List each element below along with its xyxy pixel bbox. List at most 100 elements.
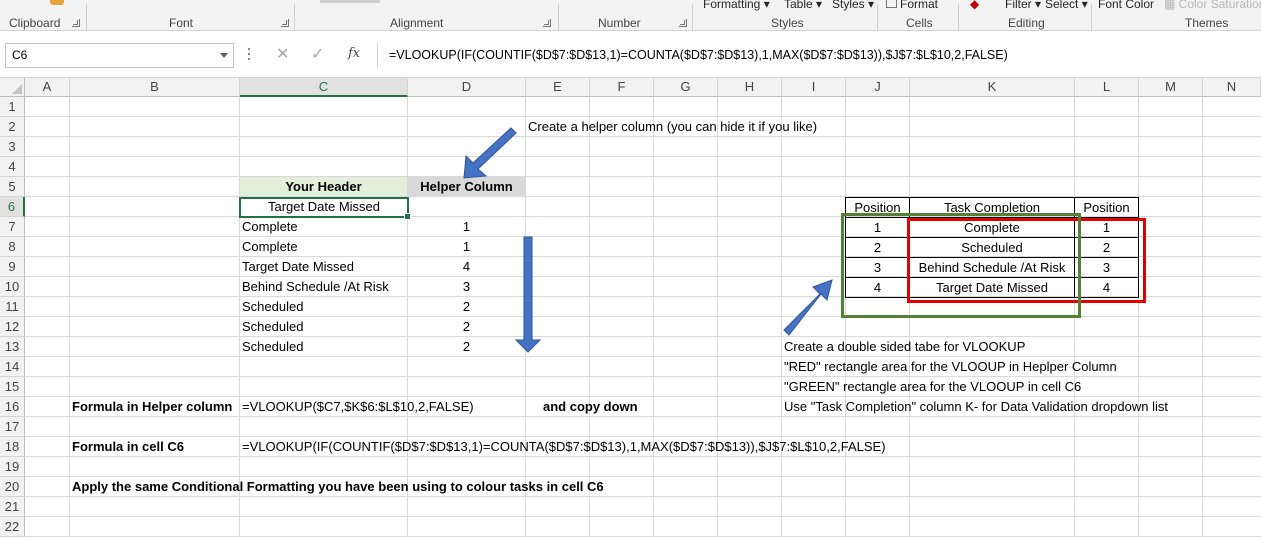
cell-e2[interactable]: Create a helper column (you can hide it … xyxy=(525,117,820,137)
cell-l6-header[interactable]: Position xyxy=(1074,197,1139,218)
row-header-14[interactable]: 14 xyxy=(0,357,25,377)
cell-c10[interactable]: Behind Schedule /At Risk xyxy=(239,277,392,297)
name-box-value: C6 xyxy=(12,48,28,62)
cell-b18[interactable]: Formula in cell C6 xyxy=(69,437,187,457)
cell-d7[interactable]: 1 xyxy=(408,217,525,237)
cell-c18[interactable]: =VLOOKUP(IF(COUNTIF($D$7:$D$13,1)=COUNTA… xyxy=(239,437,889,457)
cell-b20[interactable]: Apply the same Conditional Formatting yo… xyxy=(69,477,607,497)
formula-input[interactable]: =VLOOKUP(IF(COUNTIF($D$7:$D$13,1)=COUNTA… xyxy=(377,43,1261,68)
group-divider xyxy=(877,4,878,30)
color-saturation-label: Color Saturation xyxy=(1178,0,1261,11)
format-button[interactable]: Format xyxy=(886,0,938,11)
arrow-down-shape[interactable] xyxy=(514,236,542,354)
group-alignment: Alignment xyxy=(390,16,444,30)
cell-c5-header[interactable]: Your Header xyxy=(240,177,407,196)
column-header-d[interactable]: D xyxy=(408,78,526,97)
column-header-h[interactable]: H xyxy=(718,78,782,97)
cancel-icon[interactable]: ✕ xyxy=(276,44,289,64)
row-header-5[interactable]: 5 xyxy=(0,177,25,197)
conditional-formatting-label: Formatting xyxy=(703,0,761,11)
row-header-12[interactable]: 12 xyxy=(0,317,25,337)
row-header-11[interactable]: 11 xyxy=(0,297,25,317)
cell-c9[interactable]: Target Date Missed xyxy=(239,257,357,277)
cell-d9[interactable]: 4 xyxy=(408,257,525,277)
cell-b16[interactable]: Formula in Helper column xyxy=(69,397,235,417)
row-header-21[interactable]: 21 xyxy=(0,497,25,517)
paste-icon[interactable] xyxy=(50,0,64,5)
find-select-button[interactable]: Select ▾ xyxy=(1045,0,1088,11)
cell-e16[interactable]: and copy down xyxy=(540,397,641,417)
chevron-down-icon[interactable] xyxy=(220,53,228,58)
column-header-m[interactable]: M xyxy=(1139,78,1203,97)
row-header-22[interactable]: 22 xyxy=(0,517,25,537)
cell-d12[interactable]: 2 xyxy=(408,317,525,337)
column-header-k[interactable]: K xyxy=(910,78,1075,97)
arrow-up-right-shape[interactable] xyxy=(780,276,836,338)
row-header-8[interactable]: 8 xyxy=(0,237,25,257)
column-header-g[interactable]: G xyxy=(654,78,718,97)
row-header-20[interactable]: 20 xyxy=(0,477,25,497)
cell-c16[interactable]: =VLOOKUP($C7,$K$6:$L$10,2,FALSE) xyxy=(239,397,477,417)
insert-function-icon[interactable]: fx xyxy=(348,46,360,61)
column-header-c[interactable]: C xyxy=(240,78,408,97)
drag-handle-icon[interactable] xyxy=(247,48,251,64)
formula-bar: C6 ✕ ✓ fx =VLOOKUP(IF(COUNTIF($D$7:$D$13… xyxy=(0,31,1261,78)
cell-d8[interactable]: 1 xyxy=(408,237,525,257)
row-header-17[interactable]: 17 xyxy=(0,417,25,437)
select-all-corner[interactable] xyxy=(0,78,25,97)
font-launcher-icon[interactable] xyxy=(281,19,289,27)
row-header-13[interactable]: 13 xyxy=(0,337,25,357)
cell-styles-label: Styles xyxy=(832,0,865,11)
cell-d10[interactable]: 3 xyxy=(408,277,525,297)
cell-i17[interactable]: Use "Task Completion" column K- for Data… xyxy=(781,397,1171,417)
number-launcher-icon[interactable] xyxy=(679,19,687,27)
green-rectangle-shape[interactable] xyxy=(841,213,1081,318)
row-header-9[interactable]: 9 xyxy=(0,257,25,277)
column-header-j[interactable]: J xyxy=(846,78,910,97)
enter-icon[interactable]: ✓ xyxy=(311,44,324,64)
cell-i14[interactable]: Create a double sided tabe for VLOOKUP xyxy=(781,337,1028,357)
cell-i16[interactable]: "GREEN" rectangle area for the VLOOUP in… xyxy=(781,377,1084,397)
arrow-down-left-shape[interactable] xyxy=(458,122,518,182)
row-header-16[interactable]: 16 xyxy=(0,397,25,417)
format-as-table-button[interactable]: Table ▾ xyxy=(784,0,822,11)
sort-filter-button[interactable]: Filter ▾ xyxy=(1005,0,1041,11)
row-header-2[interactable]: 2 xyxy=(0,117,25,137)
cell-styles-button[interactable]: Styles ▾ xyxy=(832,0,874,11)
conditional-formatting-button[interactable]: Formatting ▾ xyxy=(703,0,770,11)
row-header-6[interactable]: 6 xyxy=(0,197,25,217)
alignment-launcher-icon[interactable] xyxy=(543,19,551,27)
row-header-15[interactable]: 15 xyxy=(0,377,25,397)
row-header-3[interactable]: 3 xyxy=(0,137,25,157)
row-header-7[interactable]: 7 xyxy=(0,217,25,237)
row-header-4[interactable]: 4 xyxy=(0,157,25,177)
row-header-19[interactable]: 19 xyxy=(0,457,25,477)
row-header-18[interactable]: 18 xyxy=(0,437,25,457)
cell-c11[interactable]: Scheduled xyxy=(239,297,306,317)
cell-c12[interactable]: Scheduled xyxy=(239,317,306,337)
row-header-10[interactable]: 10 xyxy=(0,277,25,297)
cell-c13[interactable]: Scheduled xyxy=(239,337,306,357)
cell-d11[interactable]: 2 xyxy=(408,297,525,317)
cell-c7[interactable]: Complete xyxy=(239,217,301,237)
format-label: Format xyxy=(900,0,939,11)
font-color-button[interactable]: Font Color xyxy=(1098,0,1154,11)
column-header-a[interactable]: A xyxy=(25,78,70,97)
clipboard-launcher-icon[interactable] xyxy=(72,19,80,27)
cell-i15[interactable]: "RED" rectangle area for the VLOOUP in H… xyxy=(781,357,1120,377)
column-header-f[interactable]: F xyxy=(590,78,654,97)
format-icon xyxy=(886,0,897,8)
cell-c8[interactable]: Complete xyxy=(239,237,301,257)
column-header-i[interactable]: I xyxy=(782,78,846,97)
worksheet-grid[interactable]: A B C D E F G H I J K L M N 1 2 3 4 5 6 … xyxy=(0,78,1261,537)
column-header-b[interactable]: B xyxy=(70,78,240,97)
column-header-l[interactable]: L xyxy=(1075,78,1139,97)
column-header-n[interactable]: N xyxy=(1203,78,1261,97)
column-header-e[interactable]: E xyxy=(526,78,590,97)
row-header-1[interactable]: 1 xyxy=(0,97,25,117)
cell-d13[interactable]: 2 xyxy=(408,337,525,357)
name-box[interactable]: C6 xyxy=(5,43,234,68)
group-font: Font xyxy=(169,16,194,30)
eraser-icon[interactable]: ◆ xyxy=(970,0,979,11)
color-saturation-button[interactable]: ▦ Color Saturation xyxy=(1164,0,1261,11)
